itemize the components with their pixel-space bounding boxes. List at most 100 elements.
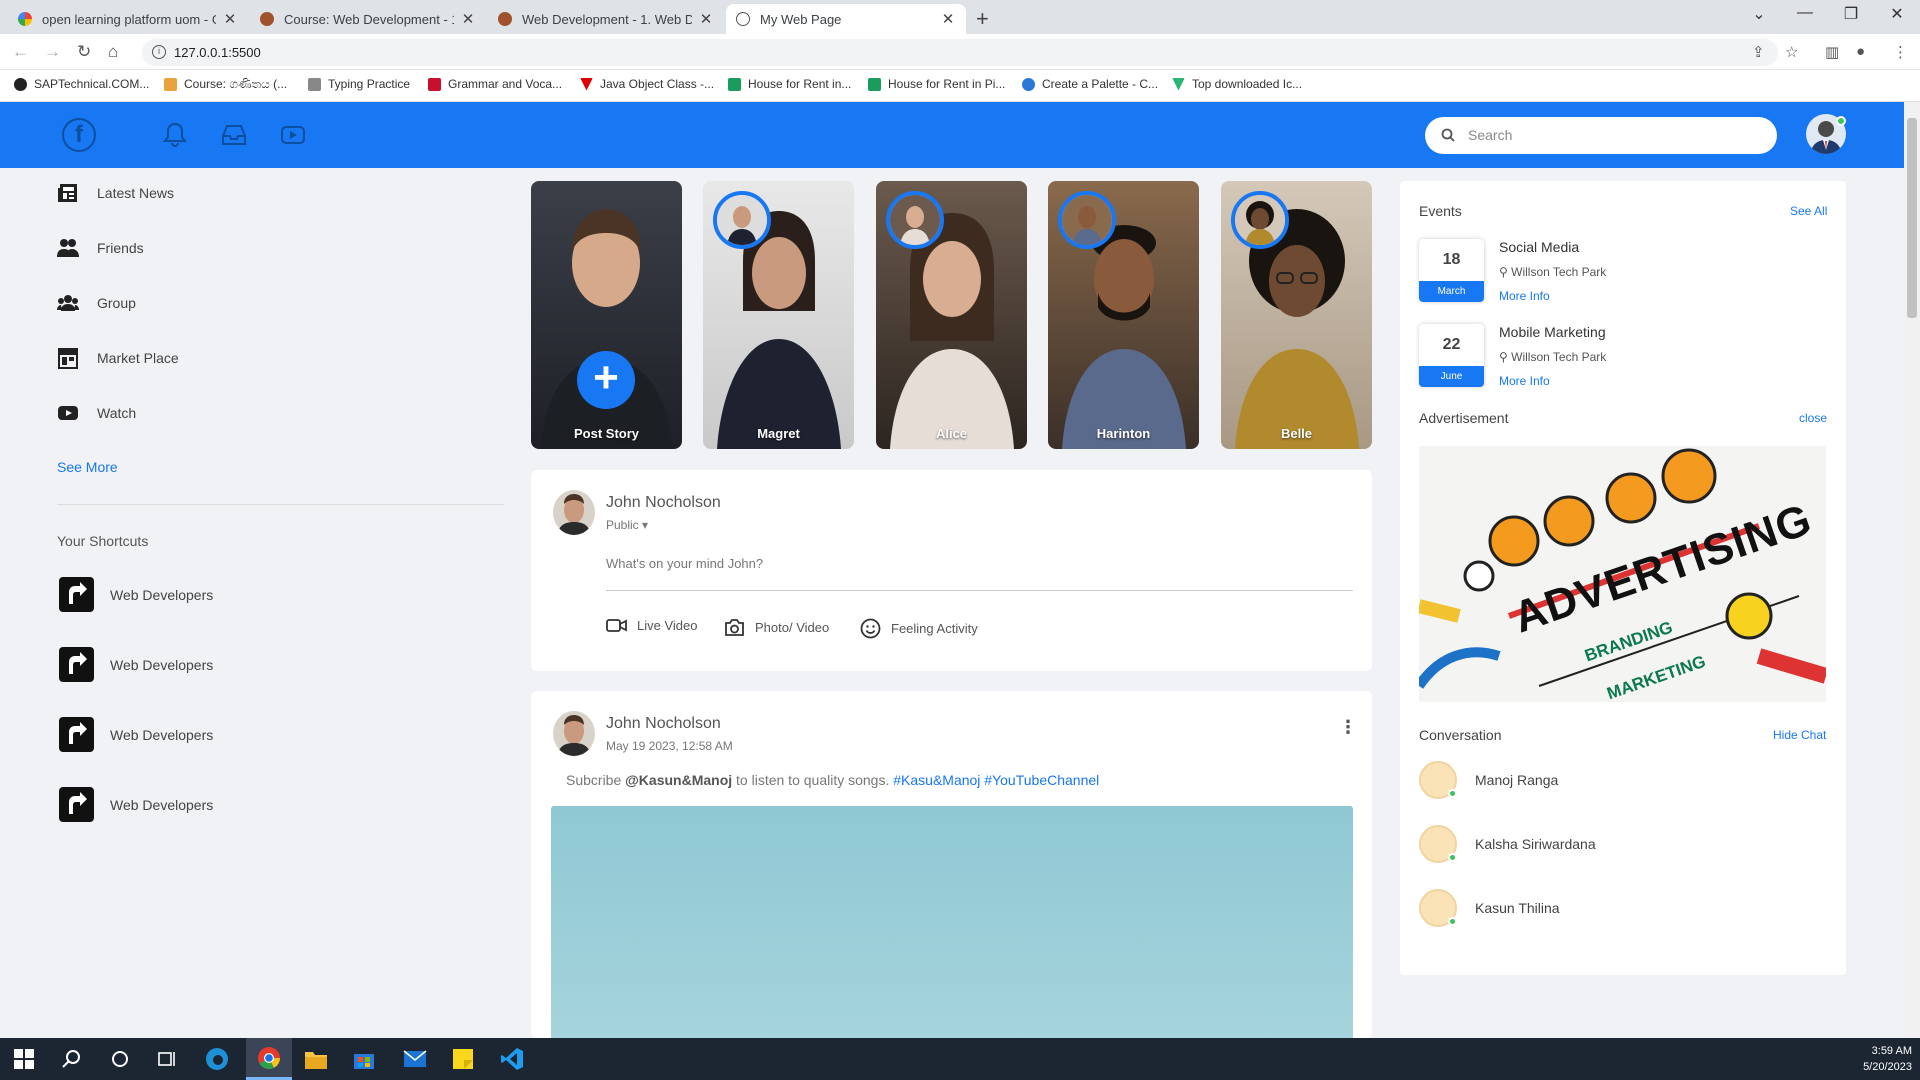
chrome-taskbar-button[interactable] [246, 1038, 292, 1080]
browser-tab[interactable]: open learning platform uom - Go ✕ [8, 4, 248, 34]
photo-video-button[interactable]: Photo/ Video [724, 618, 829, 637]
bookmark[interactable]: Course: ගණිතය (... [164, 77, 287, 92]
bookmark[interactable]: Grammar and Voca... [428, 77, 562, 91]
sidebar-item-latest-news[interactable]: Latest News [57, 182, 174, 204]
video-play-icon[interactable] [280, 124, 306, 146]
tab-search-icon[interactable]: ⌄ [1744, 4, 1774, 24]
sidebar-item-watch[interactable]: Watch [57, 402, 136, 424]
browser-tab-active[interactable]: My Web Page ✕ [726, 4, 966, 34]
bookmark[interactable]: Top downloaded Ic... [1172, 77, 1302, 91]
inbox-icon[interactable] [221, 124, 247, 146]
post-text: Subcribe @Kasun&Manoj to listen to quali… [566, 772, 1100, 788]
story-card[interactable]: Belle [1221, 181, 1372, 449]
shortcut-item[interactable]: Web Developers [59, 787, 213, 822]
post-image[interactable] [551, 806, 1353, 1038]
contact-item[interactable]: Kasun Thilina [1419, 889, 1560, 927]
bookmark[interactable]: Java Object Class -... [580, 77, 714, 91]
back-icon[interactable]: ← [12, 42, 29, 62]
story-card[interactable]: Magret [703, 181, 854, 449]
online-status-dot [1836, 116, 1846, 126]
see-more-link[interactable]: See More [57, 459, 118, 475]
hide-chat-link[interactable]: Hide Chat [1773, 728, 1826, 742]
cortana-icon[interactable] [110, 1049, 130, 1069]
side-panel-icon[interactable]: ▥ [1825, 43, 1839, 61]
edge-icon[interactable] [205, 1047, 229, 1071]
post-options-icon[interactable]: ⋮ [1339, 717, 1357, 738]
contact-item[interactable]: Kalsha Siriwardana [1419, 825, 1596, 863]
feed-post: John Nocholson May 19 2023, 12:58 AM ⋮ S… [531, 691, 1372, 1038]
contact-item[interactable]: Manoj Ranga [1419, 761, 1558, 799]
bookmark[interactable]: Create a Palette - C... [1022, 77, 1158, 91]
post-mention[interactable]: @Kasun&Manoj [625, 772, 732, 788]
sidebar-item-group[interactable]: Group [57, 292, 136, 314]
contact-avatar [1419, 825, 1457, 863]
scrollbar-thumb[interactable] [1907, 118, 1917, 318]
bookmark[interactable]: Typing Practice [308, 77, 410, 91]
close-tab-icon[interactable]: ✕ [940, 10, 956, 28]
online-status-dot [1448, 853, 1457, 862]
profile-icon[interactable]: ● [1856, 43, 1865, 60]
windows-start-icon[interactable] [14, 1049, 34, 1069]
composer-input[interactable]: What's on your mind John? [606, 556, 1353, 591]
close-tab-icon[interactable]: ✕ [460, 10, 476, 28]
more-info-link[interactable]: More Info [1499, 374, 1550, 388]
menu-dots-icon[interactable]: ⋮ [1893, 43, 1908, 61]
home-icon[interactable]: ⌂ [108, 42, 118, 62]
facebook-logo-icon[interactable]: f [62, 118, 96, 152]
google-favicon-icon [18, 12, 32, 26]
feeling-activity-button[interactable]: Feeling Activity [860, 618, 978, 639]
privacy-dropdown[interactable]: Public ▾ [606, 518, 648, 532]
store-icon[interactable] [353, 1048, 375, 1070]
story-card[interactable]: Harinton [1048, 181, 1199, 449]
vscode-icon[interactable] [500, 1047, 524, 1071]
browser-tab[interactable]: Web Development - 1. Web Desi ✕ [488, 4, 724, 34]
add-story-icon[interactable]: + [577, 351, 635, 409]
sticky-notes-icon[interactable] [452, 1048, 474, 1070]
live-video-button[interactable]: Live Video [606, 618, 697, 633]
page-scrollbar[interactable] [1904, 102, 1920, 1038]
search-input[interactable]: Search [1425, 117, 1777, 154]
sidebar-item-friends[interactable]: Friends [57, 237, 144, 259]
new-tab-icon[interactable]: + [976, 6, 989, 32]
composer-avatar[interactable] [553, 490, 595, 535]
task-view-icon[interactable] [157, 1049, 177, 1069]
story-post[interactable]: + Post Story [531, 181, 682, 449]
url-field[interactable]: i 127.0.0.1:5500 [142, 39, 1778, 66]
system-clock[interactable]: 3:59 AM 5/20/2023 [1863, 1043, 1912, 1075]
site-info-icon[interactable]: i [152, 45, 166, 59]
shortcut-logo-icon [59, 577, 94, 612]
shortcut-item[interactable]: Web Developers [59, 717, 213, 752]
post-avatar[interactable] [553, 711, 595, 756]
minimize-icon[interactable]: — [1790, 4, 1820, 22]
post-user-name[interactable]: John Nocholson [606, 715, 721, 733]
bookmark-star-icon[interactable]: ☆ [1785, 43, 1798, 61]
file-explorer-icon[interactable] [304, 1048, 328, 1070]
composer-user-name[interactable]: John Nocholson [606, 494, 721, 512]
bookmarks-bar: SAPTechnical.COM... Course: ගණිතය (... T… [0, 70, 1920, 102]
shortcut-item[interactable]: Web Developers [59, 647, 213, 682]
see-all-link[interactable]: See All [1790, 204, 1827, 218]
ad-close-link[interactable]: close [1799, 411, 1827, 425]
restore-icon[interactable]: ❐ [1836, 4, 1866, 24]
mail-icon[interactable] [403, 1050, 427, 1068]
advertisement-image[interactable]: ADVERTISING BRANDING MARKETING [1419, 446, 1826, 702]
forward-icon[interactable]: → [44, 42, 61, 62]
bookmark[interactable]: House for Rent in Pi... [868, 77, 1005, 91]
browser-tab[interactable]: Course: Web Development - 1. W ✕ [250, 4, 486, 34]
sidebar-item-market-place[interactable]: Market Place [57, 347, 179, 369]
store-icon [58, 348, 78, 369]
more-info-link[interactable]: More Info [1499, 289, 1550, 303]
story-avatar [886, 191, 944, 249]
close-tab-icon[interactable]: ✕ [698, 10, 714, 28]
search-icon[interactable] [62, 1049, 82, 1069]
bell-icon[interactable] [163, 122, 187, 148]
share-icon[interactable]: ⇪ [1752, 43, 1765, 61]
bookmark[interactable]: SAPTechnical.COM... [14, 77, 149, 91]
shortcut-item[interactable]: Web Developers [59, 577, 213, 612]
story-card[interactable]: Alice [876, 181, 1027, 449]
close-window-icon[interactable]: ✕ [1882, 4, 1912, 24]
close-tab-icon[interactable]: ✕ [222, 10, 238, 28]
post-hashtags[interactable]: #Kasu&Manoj #YouTubeChannel [893, 772, 1099, 788]
reload-icon[interactable]: ↻ [77, 42, 91, 62]
bookmark[interactable]: House for Rent in... [728, 77, 851, 91]
